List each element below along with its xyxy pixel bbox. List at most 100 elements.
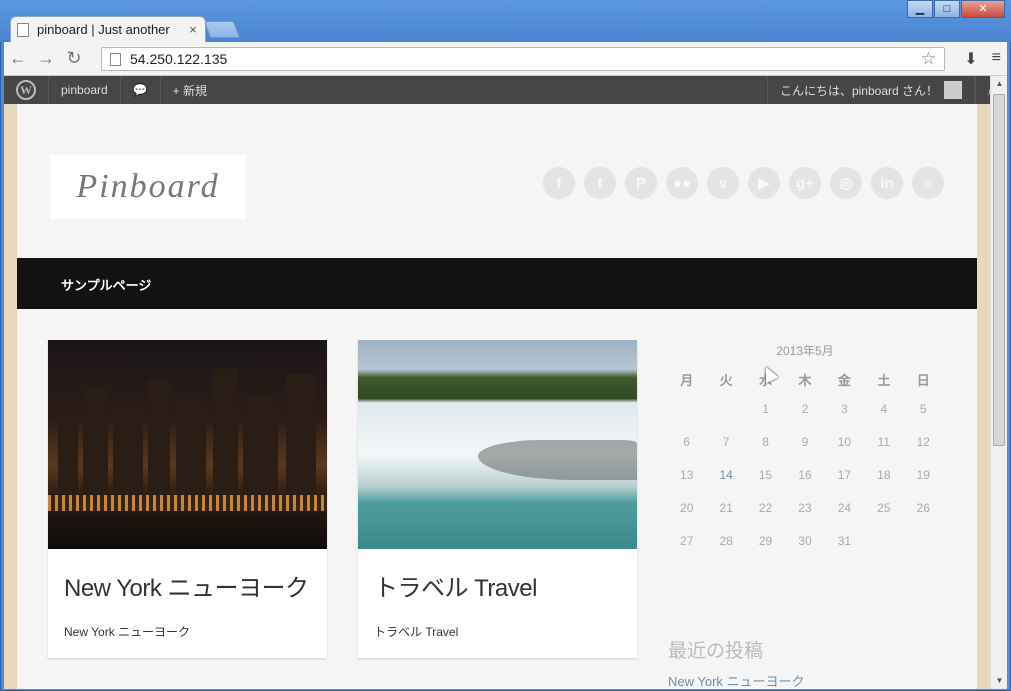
facebook-icon[interactable]: f xyxy=(543,167,575,199)
greeting-text: こんにちは、pinboard さん！ xyxy=(779,83,938,98)
calendar-day: 9 xyxy=(801,434,809,449)
browser-tab[interactable]: pinboard | Just another × xyxy=(10,16,206,42)
minimize-button[interactable]: ▁ xyxy=(907,0,933,18)
calendar-day: 5 xyxy=(919,401,927,416)
weekday-sun: 日 xyxy=(916,373,930,388)
calendar-day: 21 xyxy=(719,500,733,515)
url-text[interactable]: 54.250.122.135 xyxy=(130,51,921,67)
calendar-day: 26 xyxy=(916,500,930,515)
nav-item-sample-page[interactable]: サンプルページ xyxy=(61,275,151,294)
calendar-day: 22 xyxy=(758,500,773,515)
linkedin-icon[interactable]: in xyxy=(871,167,903,199)
site-header: Pinboard f t P ●● v ▶ g+ ◎ in ⌕ xyxy=(17,104,977,258)
calendar-day: 15 xyxy=(758,467,773,482)
wp-logo-button[interactable]: W xyxy=(4,76,49,104)
calendar-day: 11 xyxy=(877,434,891,449)
calendar-day-link[interactable]: 14 xyxy=(706,458,745,491)
page-icon xyxy=(110,52,121,66)
comment-icon: 💬 xyxy=(132,83,148,97)
calendar-day: 27 xyxy=(680,533,694,548)
post-card[interactable]: トラベル Travel トラベル Travel xyxy=(358,340,637,658)
weekday-fri: 金 xyxy=(837,373,851,388)
weekday-sat: 土 xyxy=(877,373,891,388)
vertical-scrollbar[interactable]: ▲ ▼ xyxy=(990,76,1007,689)
close-window-button[interactable]: ✕ xyxy=(961,0,1005,18)
calendar-caption: 2013年5月 xyxy=(776,344,834,358)
forward-icon[interactable]: → xyxy=(32,48,60,69)
calendar-day: 20 xyxy=(680,500,694,515)
calendar-day: 31 xyxy=(837,533,852,548)
recent-post-link[interactable]: New York ニューヨーク xyxy=(668,671,805,689)
tab-close-icon[interactable]: × xyxy=(187,22,199,37)
vimeo-icon[interactable]: v xyxy=(707,167,739,199)
weekday-mon: 月 xyxy=(680,373,694,388)
calendar-day xyxy=(904,524,943,557)
calendar-day: 2 xyxy=(801,401,809,416)
download-icon[interactable]: ⬇ xyxy=(964,49,977,69)
post-thumbnail[interactable] xyxy=(358,340,637,549)
calendar-day: 6 xyxy=(683,434,691,449)
page-content: Pinboard f t P ●● v ▶ g+ ◎ in ⌕ サンプルページ xyxy=(17,104,977,689)
page-favicon-icon xyxy=(17,22,29,37)
google-plus-icon[interactable]: g+ xyxy=(789,167,821,199)
calendar-day: 24 xyxy=(837,500,852,515)
calendar-day: 10 xyxy=(837,434,852,449)
post-thumbnail[interactable] xyxy=(48,340,327,549)
new-content-button[interactable]: + 新規 xyxy=(161,76,219,104)
menu-icon[interactable]: ≡ xyxy=(992,49,1001,69)
comments-button[interactable]: 💬 xyxy=(121,76,161,104)
post-title[interactable]: トラベル Travel xyxy=(374,568,537,603)
calendar-day: 7 xyxy=(722,434,730,449)
calendar-day xyxy=(667,392,706,425)
wp-admin-bar: W pinboard 💬 + 新規 こんにちは、pinboard さん！ ⌕ xyxy=(4,76,1007,104)
calendar-day: 4 xyxy=(880,401,888,416)
calendar-day xyxy=(706,392,745,425)
site-name-link[interactable]: pinboard xyxy=(49,76,121,104)
post-card[interactable]: New York ニューヨーク New York ニューヨーク xyxy=(48,340,327,658)
calendar-day: 30 xyxy=(798,533,812,548)
calendar-day: 29 xyxy=(758,533,773,548)
flickr-icon[interactable]: ●● xyxy=(666,167,698,199)
calendar-day: 25 xyxy=(877,500,891,515)
post-excerpt: New York ニューヨーク xyxy=(64,625,191,639)
back-icon[interactable]: ← xyxy=(4,48,32,69)
account-menu[interactable]: こんにちは、pinboard さん！ xyxy=(766,76,975,104)
site-logo[interactable]: Pinboard xyxy=(50,155,246,219)
weekday-thu: 木 xyxy=(798,373,812,388)
post-title[interactable]: New York ニューヨーク xyxy=(64,568,309,603)
title-bar: pinboard | Just another × ▁ □ ✕ xyxy=(0,0,1011,42)
calendar-day: 18 xyxy=(877,467,891,482)
youtube-icon[interactable]: ▶ xyxy=(748,167,780,199)
calendar-day: 23 xyxy=(798,500,812,515)
calendar-day: 16 xyxy=(798,467,812,482)
social-icons: f t P ●● v ▶ g+ ◎ in ⌕ xyxy=(543,167,944,199)
dribbble-icon[interactable]: ◎ xyxy=(830,167,862,199)
recent-posts-title: 最近の投稿 xyxy=(668,641,764,662)
calendar-table: 月 火 水 木 金 土 日 1 2 3 4 5 6 7 8 9 10 11 12… xyxy=(667,367,943,557)
calendar-day: 8 xyxy=(762,434,769,449)
pinterest-icon[interactable]: P xyxy=(625,167,657,199)
post-excerpt: トラベル Travel xyxy=(374,625,459,639)
new-tab-button[interactable] xyxy=(203,21,241,38)
scroll-down-icon[interactable]: ▼ xyxy=(991,673,1008,689)
bookmark-star-icon[interactable]: ☆ xyxy=(921,49,936,69)
calendar-day: 12 xyxy=(916,434,930,449)
address-bar[interactable]: 54.250.122.135 ☆ xyxy=(101,47,945,71)
tab-title: pinboard | Just another xyxy=(37,22,170,37)
calendar-day: 1 xyxy=(762,401,769,416)
calendar-day: 17 xyxy=(837,467,852,482)
scroll-thumb[interactable] xyxy=(993,94,1005,446)
browser-toolbar: ← → ↻ 54.250.122.135 ☆ ⬇ ≡ xyxy=(4,42,1007,76)
wordpress-logo-icon: W xyxy=(16,80,36,100)
calendar-day xyxy=(864,524,903,557)
calendar-day: 3 xyxy=(841,401,848,416)
weekday-tue: 火 xyxy=(719,373,733,388)
scroll-up-icon[interactable]: ▲ xyxy=(991,76,1008,92)
page-viewport: Pinboard f t P ●● v ▶ g+ ◎ in ⌕ サンプルページ xyxy=(4,104,990,689)
main-navigation: サンプルページ xyxy=(17,258,977,309)
twitter-icon[interactable]: t xyxy=(584,167,616,199)
reload-icon[interactable]: ↻ xyxy=(60,48,88,69)
search-icon[interactable]: ⌕ xyxy=(912,167,944,199)
calendar-day: 19 xyxy=(916,467,930,482)
maximize-button[interactable]: □ xyxy=(934,0,960,18)
